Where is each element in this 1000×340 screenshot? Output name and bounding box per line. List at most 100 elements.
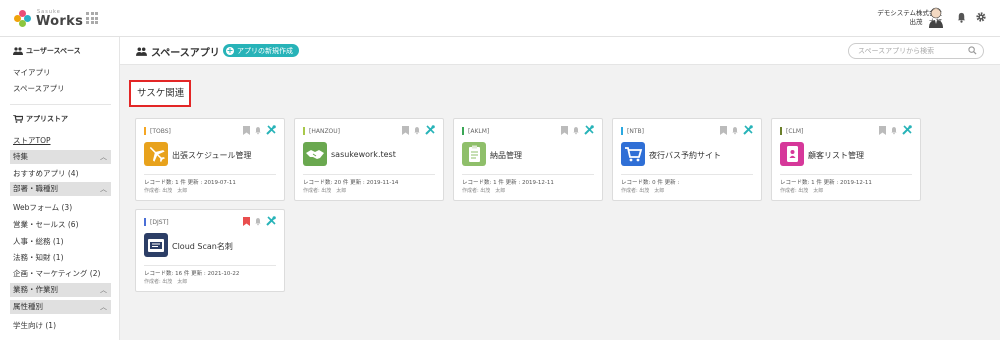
app-name[interactable]: 納品管理 — [490, 150, 522, 161]
sidebar-section-task[interactable]: 業務・作業別 ︿ — [10, 283, 111, 297]
app-name[interactable]: 出張スケジュール管理 — [172, 150, 251, 161]
store-cart-icon — [13, 115, 23, 123]
tools-icon[interactable] — [425, 125, 435, 135]
user-space-heading-label: ユーザースペース — [26, 47, 81, 55]
bookmark-icon[interactable] — [720, 125, 727, 135]
sidebar-item-webform[interactable]: Webフォーム (3) — [13, 202, 72, 213]
bookmark-icon[interactable] — [243, 125, 250, 135]
color-marker — [621, 127, 623, 135]
app-card[interactable]: [NTB] 夜行バス予約サイト レコード数: 0 件 更新 : 作成者: 出茂 … — [612, 118, 762, 201]
search-input[interactable]: スペースアプリから検索 — [848, 43, 984, 59]
card-divider — [621, 174, 753, 175]
app-code-label: [HANZOU] — [309, 127, 341, 135]
search-icon[interactable] — [968, 46, 977, 55]
app-meta: レコード数: 1 件 更新 : 2019-07-11 — [144, 180, 236, 186]
app-code-label: [AKLM] — [468, 127, 490, 135]
notification-bell-icon[interactable] — [956, 12, 967, 23]
sidebar-divider — [10, 104, 111, 105]
app-meta: レコード数: 16 件 更新 : 2021-10-22 — [144, 271, 240, 277]
card-actions — [402, 125, 435, 135]
app-code: [NTB] — [621, 127, 644, 135]
app-creator: 作成者: 出茂 太郎 — [144, 188, 188, 194]
card-divider — [144, 174, 276, 175]
app-card[interactable]: [CLM] 顧客リスト管理 レコード数: 1 件 更新 : 2019-12-11… — [771, 118, 921, 201]
bookmark-icon[interactable] — [402, 125, 409, 135]
card-divider — [780, 174, 912, 175]
bell-icon[interactable] — [413, 126, 421, 135]
chevron-up-icon: ︿ — [100, 303, 107, 311]
app-name[interactable]: 顧客リスト管理 — [808, 150, 864, 161]
tools-icon[interactable] — [902, 125, 912, 135]
app-card[interactable]: [DJST] Cloud Scan名刺 レコード数: 16 件 更新 : 202… — [135, 209, 285, 292]
chevron-up-icon: ︿ — [100, 286, 107, 294]
cart-icon[interactable] — [621, 142, 645, 166]
bookmark-icon[interactable] — [243, 216, 250, 226]
users-icon — [136, 47, 147, 56]
search-placeholder: スペースアプリから検索 — [858, 47, 935, 55]
sidebar-item-sales[interactable]: 営業・セールス (6) — [13, 219, 79, 230]
bell-icon[interactable] — [890, 126, 898, 135]
app-logo[interactable]: Sasuke Works — [14, 8, 83, 30]
app-meta: レコード数: 1 件 更新 : 2019-12-11 — [462, 180, 554, 186]
sidebar-item-store-top[interactable]: ストアTOP — [13, 135, 51, 146]
app-code: [TOBS] — [144, 127, 171, 135]
handshake-icon[interactable] — [303, 142, 327, 166]
avatar[interactable] — [928, 6, 944, 28]
new-app-label: アプリの新規作成 — [237, 46, 293, 55]
sidebar-section-attribute[interactable]: 属性種別 ︿ — [10, 300, 111, 314]
sidebar-item-recommended[interactable]: おすすめアプリ (4) — [13, 168, 79, 179]
sidebar-item-my-app[interactable]: マイアプリ — [13, 67, 51, 78]
bell-icon[interactable] — [254, 126, 262, 135]
sidebar: ユーザースペース マイアプリ スペースアプリ アプリストア ストアTOP 特集 ︿… — [0, 37, 120, 340]
sidebar-item-legal[interactable]: 法務・知財 (1) — [13, 252, 64, 263]
airplane-icon[interactable] — [144, 142, 168, 166]
app-code-label: [CLM] — [786, 127, 804, 135]
clipboard-icon[interactable] — [462, 142, 486, 166]
app-creator: 作成者: 出茂 太郎 — [303, 188, 347, 194]
id-badge-icon[interactable] — [780, 142, 804, 166]
app-card[interactable]: [AKLM] 納品管理 レコード数: 1 件 更新 : 2019-12-11 作… — [453, 118, 603, 201]
card-divider — [303, 174, 435, 175]
app-code: [AKLM] — [462, 127, 489, 135]
app-code-label: [TOBS] — [150, 127, 171, 135]
app-card[interactable]: [TOBS] 出張スケジュール管理 レコード数: 1 件 更新 : 2019-0… — [135, 118, 285, 201]
app-meta: レコード数: 1 件 更新 : 2019-12-11 — [780, 180, 872, 186]
card-scanner-icon[interactable] — [144, 233, 168, 257]
bell-icon[interactable] — [572, 126, 580, 135]
bookmark-icon[interactable] — [561, 125, 568, 135]
sidebar-item-students[interactable]: 学生向け (1) — [13, 320, 56, 331]
app-grid-icon[interactable] — [86, 12, 98, 24]
sidebar-item-hr[interactable]: 人事・総務 (1) — [13, 236, 64, 247]
app-meta: レコード数: 0 件 更新 : — [621, 180, 680, 186]
new-app-button[interactable]: + アプリの新規作成 — [223, 44, 299, 57]
user-space-heading: ユーザースペース — [13, 46, 81, 56]
app-code: [CLM] — [780, 127, 803, 135]
app-code: [DJST] — [144, 218, 169, 226]
tools-icon[interactable] — [266, 216, 276, 226]
sidebar-section-department[interactable]: 部署・職種別 ︿ — [10, 182, 111, 196]
app-code-label: [NTB] — [627, 127, 644, 135]
card-actions — [243, 125, 276, 135]
color-marker — [144, 218, 146, 226]
app-name[interactable]: 夜行バス予約サイト — [649, 150, 721, 161]
card-actions — [879, 125, 912, 135]
bell-icon[interactable] — [731, 126, 739, 135]
app-card[interactable]: [HANZOU] sasukework.test レコード数: 20 件 更新 … — [294, 118, 444, 201]
sidebar-item-space-app[interactable]: スペースアプリ — [13, 83, 65, 94]
tools-icon[interactable] — [584, 125, 594, 135]
color-marker — [462, 127, 464, 135]
app-creator: 作成者: 出茂 太郎 — [462, 188, 506, 194]
bookmark-icon[interactable] — [879, 125, 886, 135]
page-title: スペースアプリ — [136, 44, 220, 59]
sidebar-item-marketing[interactable]: 企画・マーケティング (2) — [13, 268, 100, 279]
category-heading: サスケ関連 — [129, 80, 191, 107]
app-code-label: [DJST] — [150, 218, 169, 226]
card-actions — [561, 125, 594, 135]
tools-icon[interactable] — [743, 125, 753, 135]
sidebar-section-featured[interactable]: 特集 ︿ — [10, 150, 111, 164]
app-name[interactable]: Cloud Scan名刺 — [172, 241, 233, 252]
tools-icon[interactable] — [266, 125, 276, 135]
app-name[interactable]: sasukework.test — [331, 150, 396, 159]
settings-gear-icon[interactable] — [975, 11, 987, 23]
bell-icon[interactable] — [254, 217, 262, 226]
